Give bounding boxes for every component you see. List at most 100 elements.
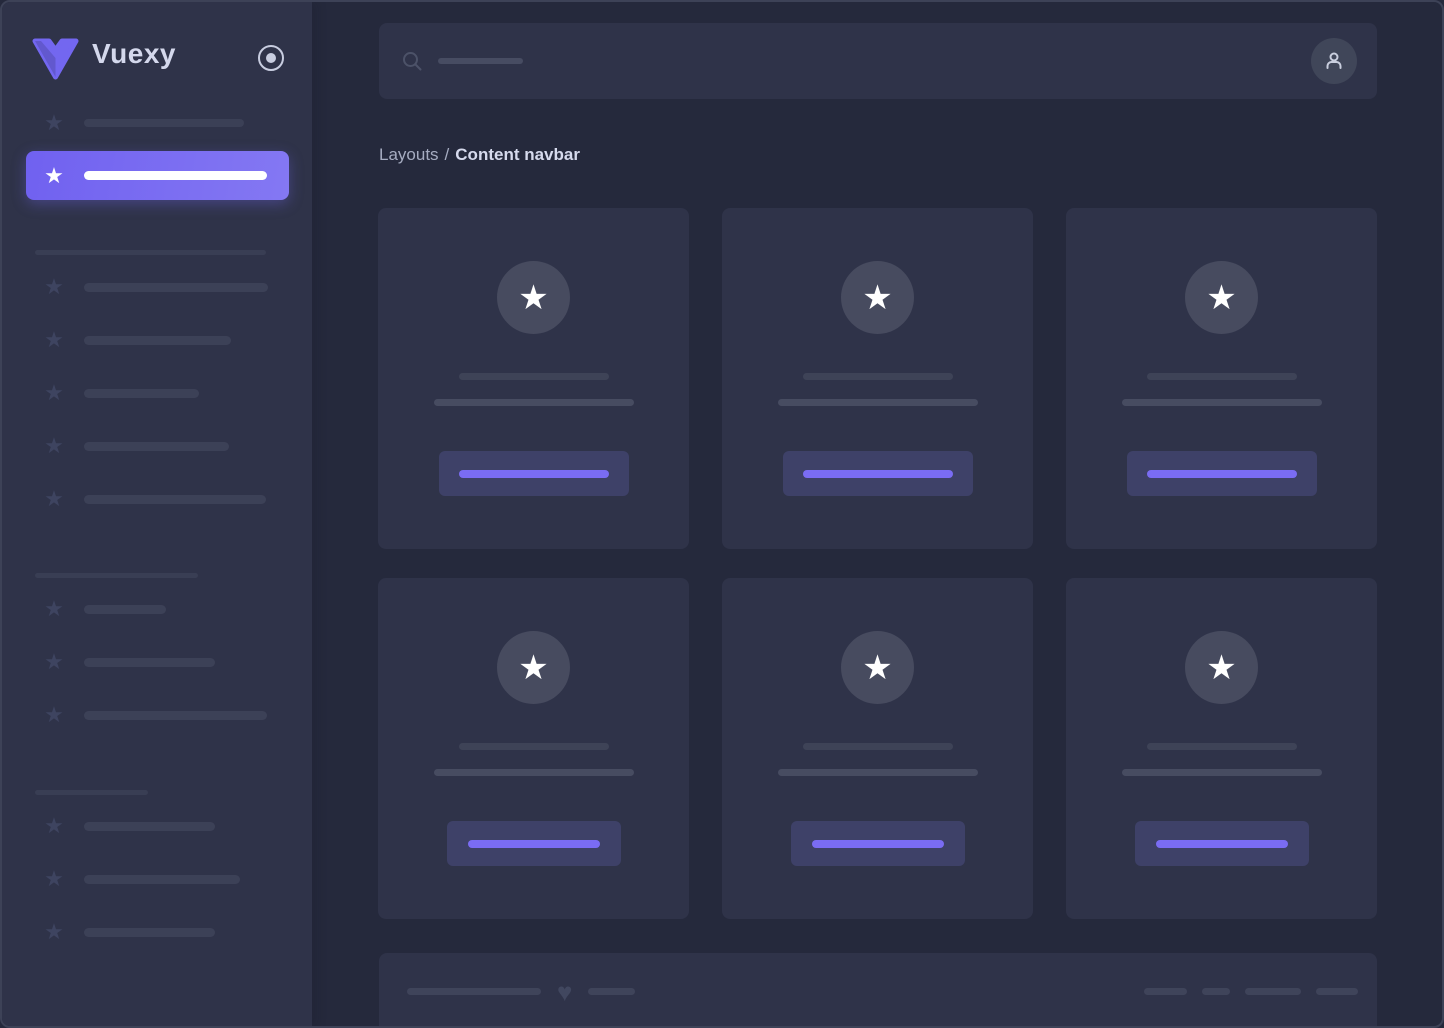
card: ★ [722,208,1033,549]
brand-name: Vuexy [92,38,176,70]
top-navbar [379,23,1377,99]
placeholder-line [459,743,609,750]
card-avatar: ★ [841,261,914,334]
breadcrumb: Layouts / Content navbar [379,145,580,165]
person-icon [1322,49,1346,73]
card-avatar: ★ [1185,631,1258,704]
sidebar-item[interactable]: ★ [42,434,229,458]
star-icon: ★ [1206,281,1236,315]
star-icon: ★ [42,650,66,674]
sidebar-item[interactable]: ★ [42,650,215,674]
sidebar-item[interactable]: ★ [42,111,244,135]
footer: ♥ [379,953,1377,1028]
placeholder-bar [1144,988,1187,995]
placeholder-line [778,399,978,406]
star-icon: ★ [42,703,66,727]
star-icon: ★ [42,434,66,458]
card-avatar: ★ [497,261,570,334]
placeholder-line [778,769,978,776]
star-icon: ★ [518,651,548,685]
button-label-placeholder [1156,840,1288,848]
placeholder-bar [84,822,215,831]
placeholder-bar [84,605,166,614]
sidebar-item[interactable]: ★ [42,487,266,511]
star-icon: ★ [42,920,66,944]
placeholder-line [1122,399,1322,406]
sidebar-item-active[interactable]: ★ [26,151,289,200]
placeholder-bar [84,658,215,667]
placeholder-line [803,743,953,750]
placeholder-bar [84,495,266,504]
star-icon: ★ [42,487,66,511]
star-icon: ★ [42,275,66,299]
card-button[interactable] [783,451,973,496]
card: ★ [722,578,1033,919]
card-avatar: ★ [841,631,914,704]
sidebar-item[interactable]: ★ [42,703,267,727]
star-icon: ★ [862,651,892,685]
menu-pin-toggle-icon[interactable] [258,45,284,71]
pin-toggle-dot [266,53,276,63]
star-icon: ★ [42,111,66,135]
placeholder-line [1147,373,1297,380]
placeholder-bar [84,336,231,345]
star-icon: ★ [42,381,66,405]
button-label-placeholder [812,840,944,848]
sidebar-item[interactable]: ★ [42,381,199,405]
breadcrumb-separator: / [445,145,450,164]
card-button[interactable] [447,821,621,866]
card-avatar: ★ [1185,261,1258,334]
button-label-placeholder [1147,470,1297,478]
placeholder-bar [1202,988,1230,995]
sidebar-item[interactable]: ★ [42,814,215,838]
card: ★ [1066,208,1377,549]
section-header-placeholder [35,250,266,255]
placeholder-bar [1245,988,1301,995]
placeholder-bar [84,389,199,398]
section-header-placeholder [35,573,198,578]
sidebar-item[interactable]: ★ [42,328,231,352]
sidebar-item[interactable]: ★ [42,597,166,621]
placeholder-bar [1316,988,1358,995]
section-header-placeholder [35,790,148,795]
card: ★ [378,578,689,919]
star-icon: ★ [862,281,892,315]
star-icon: ★ [1206,651,1236,685]
placeholder-bar [84,119,244,127]
card-button[interactable] [439,451,629,496]
button-label-placeholder [803,470,953,478]
card-avatar: ★ [497,631,570,704]
button-label-placeholder [459,470,609,478]
placeholder-bar [84,711,267,720]
placeholder-bar [84,442,229,451]
placeholder-bar [84,928,215,937]
footer-links [1144,988,1358,995]
heart-icon: ♥ [557,979,572,1005]
star-icon: ★ [518,281,548,315]
star-icon: ★ [42,867,66,891]
placeholder-bar [84,283,268,292]
app-frame: Vuexy ★ ★ ★ ★ ★ ★ [0,0,1444,1028]
star-icon: ★ [42,328,66,352]
placeholder-bar [588,988,635,995]
placeholder-line [1147,743,1297,750]
card-button[interactable] [791,821,965,866]
placeholder-line [1122,769,1322,776]
sidebar-item[interactable]: ★ [42,867,240,891]
placeholder-bar [407,988,541,995]
card: ★ [1066,578,1377,919]
breadcrumb-parent[interactable]: Layouts [379,145,439,164]
breadcrumb-current: Content navbar [455,145,580,164]
placeholder-line [434,769,634,776]
search-input[interactable] [401,50,1311,72]
sidebar-item[interactable]: ★ [42,920,215,944]
placeholder-bar [84,171,267,180]
user-avatar[interactable] [1311,38,1357,84]
star-icon: ★ [42,814,66,838]
sidebar-item[interactable]: ★ [42,275,268,299]
card-button[interactable] [1127,451,1317,496]
star-icon: ★ [42,597,66,621]
card-grid: ★ ★ ★ [378,208,1377,919]
search-icon [401,50,423,72]
card-button[interactable] [1135,821,1309,866]
